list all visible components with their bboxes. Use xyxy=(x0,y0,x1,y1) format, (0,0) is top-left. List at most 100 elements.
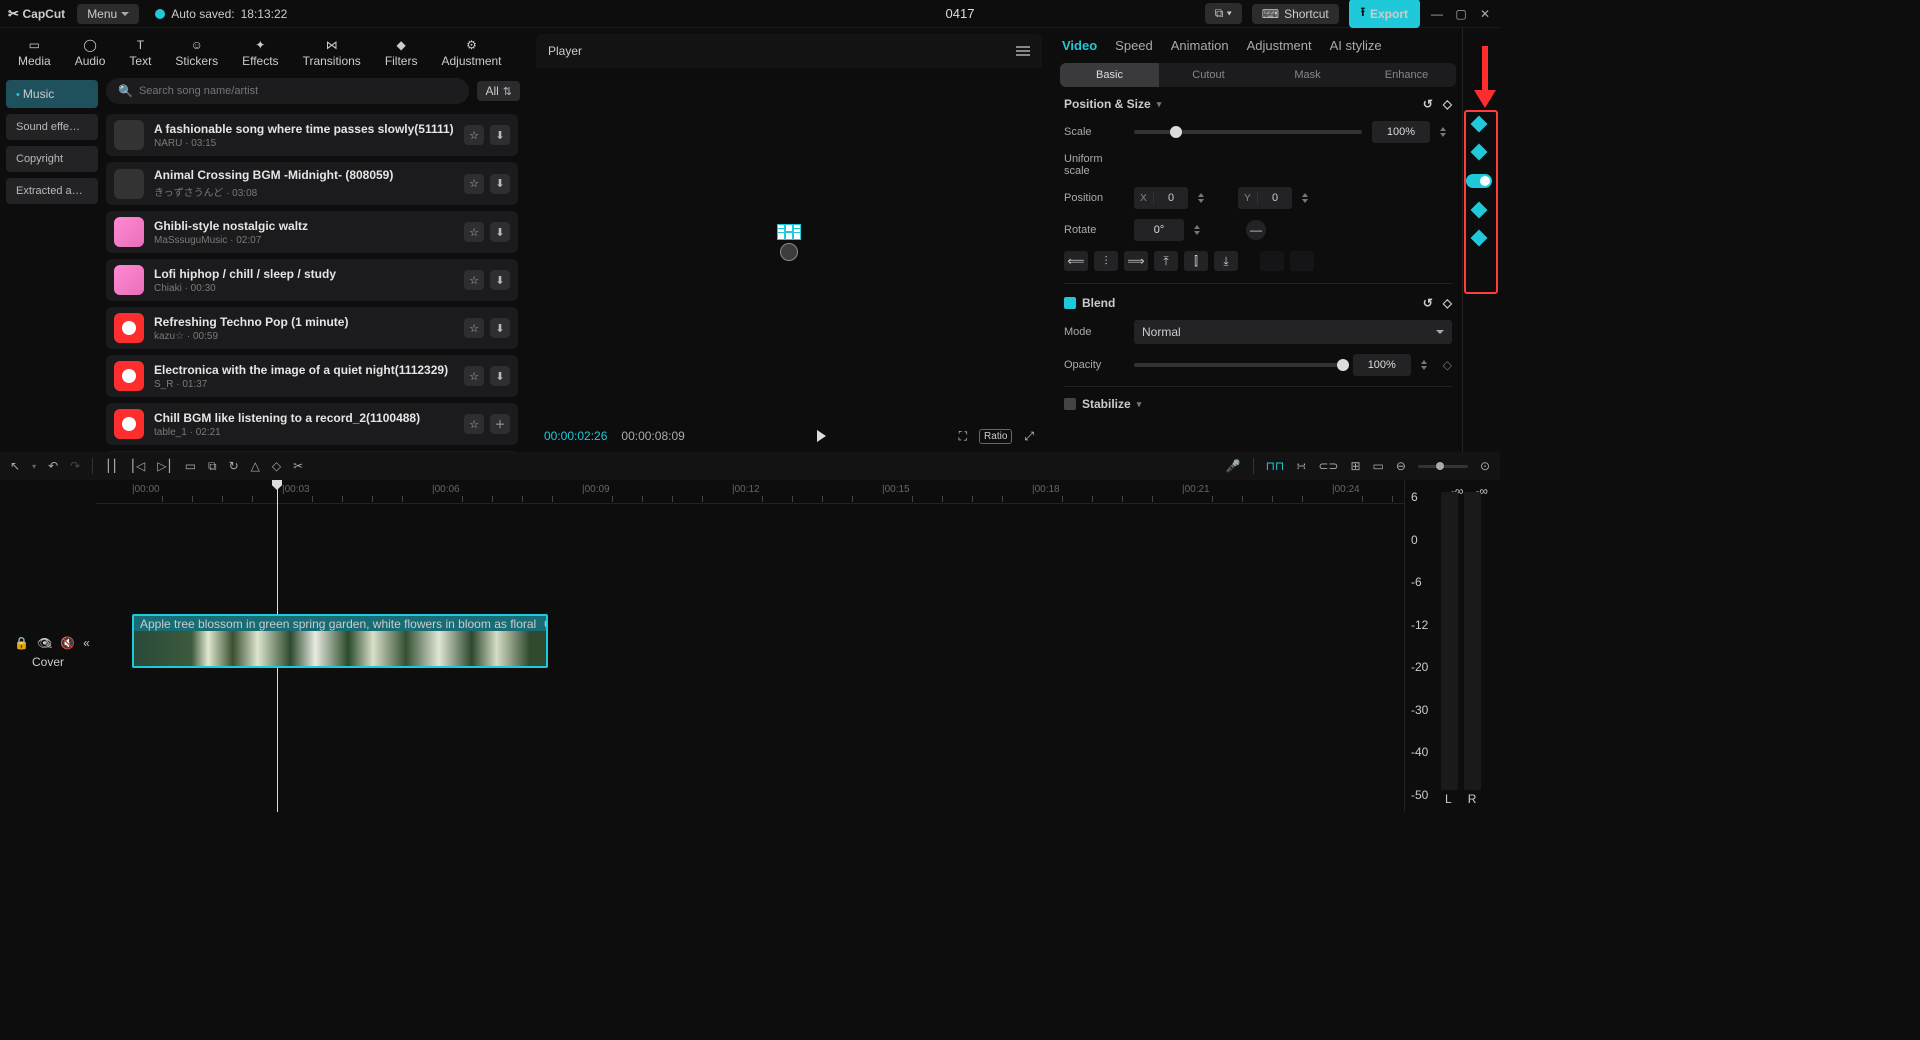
tab-video[interactable]: Video xyxy=(1062,38,1097,53)
kf-toggle[interactable] xyxy=(1466,174,1492,188)
layout-button[interactable]: ⧉ ▾ xyxy=(1205,3,1242,24)
align-center-h[interactable]: ⫶ xyxy=(1094,251,1118,271)
minimize-icon[interactable]: — xyxy=(1430,7,1444,21)
opacity-stepper[interactable] xyxy=(1421,354,1433,376)
mic-icon[interactable]: 🎤 xyxy=(1226,459,1241,473)
magnet-icon[interactable]: ⊓⊓ xyxy=(1266,459,1285,473)
download-icon[interactable]: ⬇ xyxy=(490,270,510,290)
reset-icon[interactable]: ↺ xyxy=(1423,296,1433,310)
keyframe-icon[interactable]: ◇ xyxy=(1443,97,1452,111)
align-dis-v[interactable] xyxy=(1290,251,1314,271)
song-item[interactable]: Lofi hiphop / chill / sleep / study Chia… xyxy=(106,259,518,301)
kf-diamond[interactable] xyxy=(1470,144,1487,161)
search-input[interactable]: 🔍 xyxy=(106,78,469,104)
favorite-icon[interactable]: ☆ xyxy=(464,174,484,194)
category-copyright[interactable]: Copyright xyxy=(6,146,98,172)
copy-tool[interactable]: ⧉ xyxy=(208,459,217,474)
zoom-slider[interactable] xyxy=(1418,465,1468,468)
download-icon[interactable]: ⬇ xyxy=(490,366,510,386)
song-item[interactable]: Electronica with the image of a quiet ni… xyxy=(106,355,518,397)
tab-animation[interactable]: Animation xyxy=(1171,38,1229,53)
category-extracted[interactable]: Extracted a… xyxy=(6,178,98,204)
pos-x-stepper[interactable] xyxy=(1198,187,1210,209)
rotate-tool[interactable]: ◇ xyxy=(272,459,281,473)
tab-ai-stylize[interactable]: AI stylize xyxy=(1330,38,1382,53)
preview-icon[interactable]: ⊞ xyxy=(1350,459,1360,473)
scale-value[interactable]: 100% xyxy=(1372,121,1430,143)
rotate-handle-icon[interactable] xyxy=(780,243,798,261)
link-icon[interactable]: ⊂⊃ xyxy=(1318,459,1338,473)
mirror-tool[interactable]: △ xyxy=(251,459,260,473)
menu-button[interactable]: Menu xyxy=(77,4,139,24)
kf-diamond[interactable] xyxy=(1470,116,1487,133)
maximize-icon[interactable]: ▢ xyxy=(1454,7,1468,21)
snap-icon[interactable]: ∺ xyxy=(1296,459,1306,473)
nav-text[interactable]: TText xyxy=(123,36,157,70)
undo-button[interactable]: ↶ xyxy=(48,459,58,473)
category-music[interactable]: • Music xyxy=(6,80,98,108)
align-right[interactable]: ⟹ xyxy=(1124,251,1148,271)
shortcut-button[interactable]: ⌨ Shortcut xyxy=(1252,4,1339,24)
fullscreen-icon[interactable]: ⤢ xyxy=(1024,429,1034,444)
subtab-basic[interactable]: Basic xyxy=(1060,63,1159,87)
download-icon[interactable]: ⬇ xyxy=(490,174,510,194)
tab-speed[interactable]: Speed xyxy=(1115,38,1153,53)
rotate-value[interactable]: 0° xyxy=(1134,219,1184,241)
player-menu-icon[interactable] xyxy=(1016,46,1030,56)
category-sound[interactable]: Sound effe… xyxy=(6,114,98,140)
favorite-icon[interactable]: ☆ xyxy=(464,318,484,338)
zoom-out[interactable]: ⊖ xyxy=(1396,459,1406,473)
song-item[interactable]: A fashionable song where time passes slo… xyxy=(106,114,518,156)
play-button[interactable] xyxy=(817,430,826,442)
subtab-cutout[interactable]: Cutout xyxy=(1159,63,1258,87)
blend-checkbox[interactable] xyxy=(1064,297,1076,309)
align-dis-h[interactable] xyxy=(1260,251,1284,271)
download-icon[interactable]: ＋ xyxy=(490,414,510,434)
align-left[interactable]: ⟸ xyxy=(1064,251,1088,271)
song-item[interactable]: Relax organic chill just by listening b(… xyxy=(106,451,518,452)
mute-icon[interactable]: 🔇 xyxy=(60,636,75,650)
delete-tool[interactable]: ▭ xyxy=(185,459,196,473)
reverse-tool[interactable]: ↻ xyxy=(229,459,239,473)
kf-diamond[interactable] xyxy=(1470,202,1487,219)
song-item[interactable]: Animal Crossing BGM -Midnight- (808059) … xyxy=(106,162,518,205)
opacity-slider[interactable] xyxy=(1134,363,1343,367)
scale-stepper[interactable] xyxy=(1440,121,1452,143)
scale-fit-icon[interactable]: ⛶ xyxy=(959,429,967,444)
ratio-button[interactable]: Ratio xyxy=(979,429,1012,444)
close-icon[interactable]: ✕ xyxy=(1478,7,1492,21)
lock-icon[interactable]: 🔒 xyxy=(14,636,29,650)
reset-icon[interactable]: ↺ xyxy=(1423,97,1433,111)
subtab-mask[interactable]: Mask xyxy=(1258,63,1357,87)
download-icon[interactable]: ⬇ xyxy=(490,125,510,145)
stabilize-checkbox[interactable] xyxy=(1064,398,1076,410)
nav-filters[interactable]: ◆Filters xyxy=(379,36,424,70)
position-y[interactable]: Y0 xyxy=(1238,187,1292,209)
rotate-stepper[interactable] xyxy=(1194,219,1206,241)
eye-icon[interactable]: 👁 xyxy=(37,636,52,650)
align-bottom[interactable]: ⤓ xyxy=(1214,251,1238,271)
crop-tool[interactable]: ✂ xyxy=(293,459,303,473)
song-item[interactable]: Ghibli-style nostalgic waltz MaSssuguMus… xyxy=(106,211,518,253)
position-x[interactable]: X0 xyxy=(1134,187,1188,209)
video-clip[interactable]: Apple tree blossom in green spring garde… xyxy=(132,614,548,668)
export-button[interactable]: ⭱ Export xyxy=(1349,0,1420,28)
song-item[interactable]: Chill BGM like listening to a record_2(1… xyxy=(106,403,518,445)
nav-transitions[interactable]: ⋈Transitions xyxy=(297,36,367,70)
favorite-icon[interactable]: ☆ xyxy=(464,270,484,290)
pos-y-stepper[interactable] xyxy=(1302,187,1314,209)
subtab-enhance[interactable]: Enhance xyxy=(1357,63,1456,87)
align-top[interactable]: ⤒ xyxy=(1154,251,1178,271)
split-left[interactable]: ⎮◁ xyxy=(130,459,145,473)
opacity-value[interactable]: 100% xyxy=(1353,354,1411,376)
tab-adjustment[interactable]: Adjustment xyxy=(1247,38,1312,53)
download-icon[interactable]: ⬇ xyxy=(490,222,510,242)
align-center-v[interactable]: ⫿ xyxy=(1184,251,1208,271)
collapse-icon[interactable]: « xyxy=(83,636,90,650)
kf-diamond[interactable] xyxy=(1470,230,1487,247)
favorite-icon[interactable]: ☆ xyxy=(464,222,484,242)
pointer-tool[interactable]: ↖ xyxy=(10,459,20,473)
rotate-dial[interactable]: — xyxy=(1246,220,1266,240)
scale-slider[interactable] xyxy=(1134,130,1362,134)
nav-effects[interactable]: ✦Effects xyxy=(236,36,284,70)
